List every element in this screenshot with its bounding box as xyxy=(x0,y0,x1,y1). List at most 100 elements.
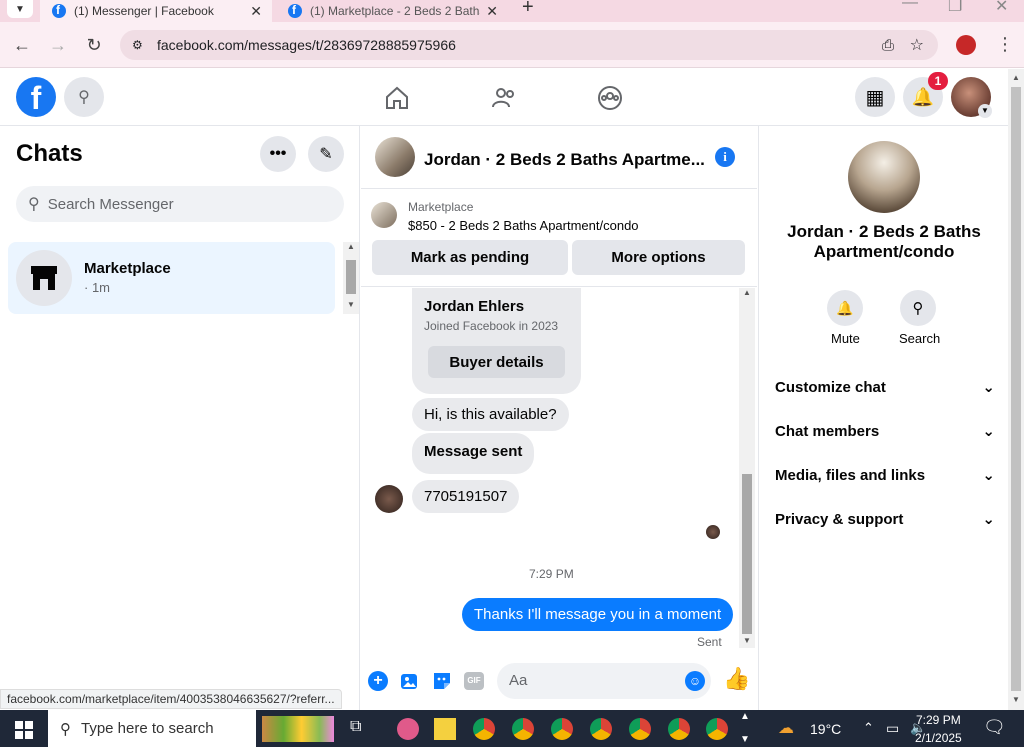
network-icon[interactable]: ▭ xyxy=(886,720,899,737)
scroll-down-icon[interactable]: ▼ xyxy=(743,636,751,645)
taskbar-search-box[interactable]: ⚲ Type here to search xyxy=(48,710,256,747)
customize-chat-section[interactable]: Customize chat ⌄ xyxy=(775,378,995,397)
mark-pending-button[interactable]: Mark as pending xyxy=(372,240,568,275)
task-view-icon[interactable]: ⧉ xyxy=(350,718,361,736)
close-icon[interactable]: ✕ xyxy=(250,3,262,20)
tab-messenger[interactable]: (1) Messenger | Facebook ✕ xyxy=(40,0,272,22)
install-app-icon[interactable]: ⎙ xyxy=(882,37,894,54)
windows-taskbar: ⚲ Type here to search ⧉ ▲ ▼ ☁ 19°C ⌃ ▭ 🔈… xyxy=(0,710,1024,747)
media-files-section[interactable]: Media, files and links ⌄ xyxy=(775,466,995,485)
snipping-tool-icon[interactable] xyxy=(397,718,419,740)
search-icon[interactable]: ⚲ xyxy=(64,77,104,117)
clock-date[interactable]: 2/1/2025 xyxy=(915,731,962,745)
windows-start-icon[interactable] xyxy=(15,721,33,739)
mute-bell-icon[interactable]: 🔔 xyxy=(827,290,863,326)
site-settings-icon[interactable]: ⚙ xyxy=(132,38,143,52)
emoji-icon[interactable]: ☺ xyxy=(685,671,705,691)
scroll-thumb[interactable] xyxy=(1011,87,1021,691)
scroll-thumb[interactable] xyxy=(742,474,752,634)
scroll-thumb[interactable] xyxy=(346,260,356,294)
maximize-icon[interactable]: ❐ xyxy=(948,0,962,16)
forward-arrow-icon[interactable]: → xyxy=(47,34,69,56)
profile-icon[interactable] xyxy=(956,35,976,55)
search-messenger-input[interactable]: ⚲ Search Messenger xyxy=(16,186,344,222)
notifications-center-icon[interactable]: 🗨 xyxy=(983,717,1006,738)
listing-thumbnail[interactable] xyxy=(371,202,397,228)
scroll-up-icon[interactable]: ▲ xyxy=(347,242,355,251)
bookmark-star-icon[interactable]: ☆ xyxy=(910,35,924,55)
chevron-down-icon[interactable]: ▼ xyxy=(978,104,992,118)
section-label: Customize chat xyxy=(775,378,886,396)
browser-menu-icon[interactable]: ⋮ xyxy=(996,34,1014,55)
books-widget-icon[interactable] xyxy=(262,716,334,742)
like-thumb-icon[interactable]: 👍 xyxy=(723,666,750,692)
minimize-icon[interactable]: — xyxy=(902,0,918,12)
back-arrow-icon[interactable]: ← xyxy=(11,34,33,56)
chrome-icon[interactable] xyxy=(668,718,690,740)
tab-marketplace[interactable]: (1) Marketplace - 2 Beds 2 Baths ✕ xyxy=(276,0,508,22)
friends-icon[interactable] xyxy=(491,85,517,111)
weather-temp[interactable]: 19°C xyxy=(810,721,841,737)
chats-sidebar: Chats ••• ✎ ⚲ Search Messenger Marketpla… xyxy=(0,126,360,710)
outgoing-message-bubble: Thanks I'll message you in a moment xyxy=(462,598,734,631)
browser-tab-strip: ▼ (1) Messenger | Facebook ✕ (1) Marketp… xyxy=(0,0,1024,22)
taskbar-scroll-down-icon[interactable]: ▼ xyxy=(740,734,750,745)
sticker-icon[interactable] xyxy=(432,671,452,691)
scroll-up-icon[interactable]: ▲ xyxy=(1012,73,1020,82)
section-label: Media, files and links xyxy=(775,466,926,484)
window-close-icon[interactable]: ✕ xyxy=(995,0,1008,16)
chrome-icon[interactable] xyxy=(473,718,495,740)
conversation-avatar[interactable] xyxy=(375,137,415,177)
home-icon[interactable] xyxy=(384,85,410,111)
chat-members-section[interactable]: Chat members ⌄ xyxy=(775,422,995,441)
more-options-button[interactable]: More options xyxy=(572,240,745,275)
info-icon[interactable]: i xyxy=(715,147,735,167)
scroll-down-icon[interactable]: ▼ xyxy=(1012,695,1020,704)
sticky-notes-icon[interactable] xyxy=(434,718,456,740)
groups-icon[interactable] xyxy=(597,85,623,111)
message-input[interactable]: Aa xyxy=(497,663,711,699)
weather-icon[interactable]: ☁ xyxy=(778,718,794,738)
chrome-icon[interactable] xyxy=(551,718,573,740)
scroll-down-icon[interactable]: ▼ xyxy=(347,300,355,309)
taskbar-search-placeholder: Type here to search xyxy=(81,720,214,737)
chrome-icon[interactable] xyxy=(512,718,534,740)
facebook-favicon-icon xyxy=(288,3,302,18)
buyer-details-button[interactable]: Buyer details xyxy=(428,346,565,378)
chat-list-item[interactable]: Marketplace · 1m xyxy=(8,242,335,314)
url-bar[interactable]: ⚙ facebook.com/messages/t/28369728885975… xyxy=(120,30,938,60)
compose-icon[interactable]: ✎ xyxy=(308,136,344,172)
add-attachment-icon[interactable]: + xyxy=(368,671,388,691)
more-options-icon[interactable]: ••• xyxy=(260,136,296,172)
chrome-icon[interactable] xyxy=(590,718,612,740)
page-scrollbar[interactable]: ▲ ▼ xyxy=(1008,69,1024,710)
gif-icon[interactable]: GIF xyxy=(464,672,484,690)
chevron-down-icon: ▼ xyxy=(15,3,25,15)
message-bubble: Hi, is this available? xyxy=(412,398,569,431)
link-status-url: facebook.com/marketplace/item/4003538046… xyxy=(0,689,342,709)
menu-grid-icon[interactable]: ▦ xyxy=(855,77,895,117)
info-name: Jordan · 2 Beds 2 Baths Apartment/condo xyxy=(787,222,981,261)
buyer-card: Jordan Ehlers Joined Facebook in 2023 Bu… xyxy=(412,288,581,394)
chevron-up-icon[interactable]: ⌃ xyxy=(863,720,874,736)
search-label: Search xyxy=(899,331,941,346)
scrollbar[interactable]: ▲ ▼ xyxy=(343,242,359,314)
taskbar-scroll-up-icon[interactable]: ▲ xyxy=(740,711,750,722)
reload-icon[interactable]: ↻ xyxy=(83,34,105,56)
privacy-support-section[interactable]: Privacy & support ⌄ xyxy=(775,510,995,529)
close-icon[interactable]: ✕ xyxy=(486,3,498,20)
chat-time: · 1m xyxy=(84,280,110,295)
new-tab-button[interactable]: + xyxy=(522,0,534,19)
chrome-icon[interactable] xyxy=(629,718,651,740)
scroll-up-icon[interactable]: ▲ xyxy=(743,288,751,297)
listing-title[interactable]: $850 - 2 Beds 2 Baths Apartment/condo xyxy=(408,218,639,233)
address-toolbar: ← → ↻ ⚙ facebook.com/messages/t/28369728… xyxy=(0,22,1024,68)
search-icon[interactable]: ⚲ xyxy=(900,290,936,326)
conversation-title[interactable]: Jordan · 2 Beds 2 Baths Apartme... xyxy=(424,150,705,170)
chrome-icon[interactable] xyxy=(706,718,728,740)
clock-time[interactable]: 7:29 PM xyxy=(916,713,961,727)
photo-icon[interactable] xyxy=(400,671,420,691)
facebook-logo-icon[interactable]: f xyxy=(16,77,56,117)
tab-search-button[interactable]: ▼ xyxy=(7,0,33,18)
messages-scrollbar[interactable]: ▲ ▼ xyxy=(739,288,755,648)
